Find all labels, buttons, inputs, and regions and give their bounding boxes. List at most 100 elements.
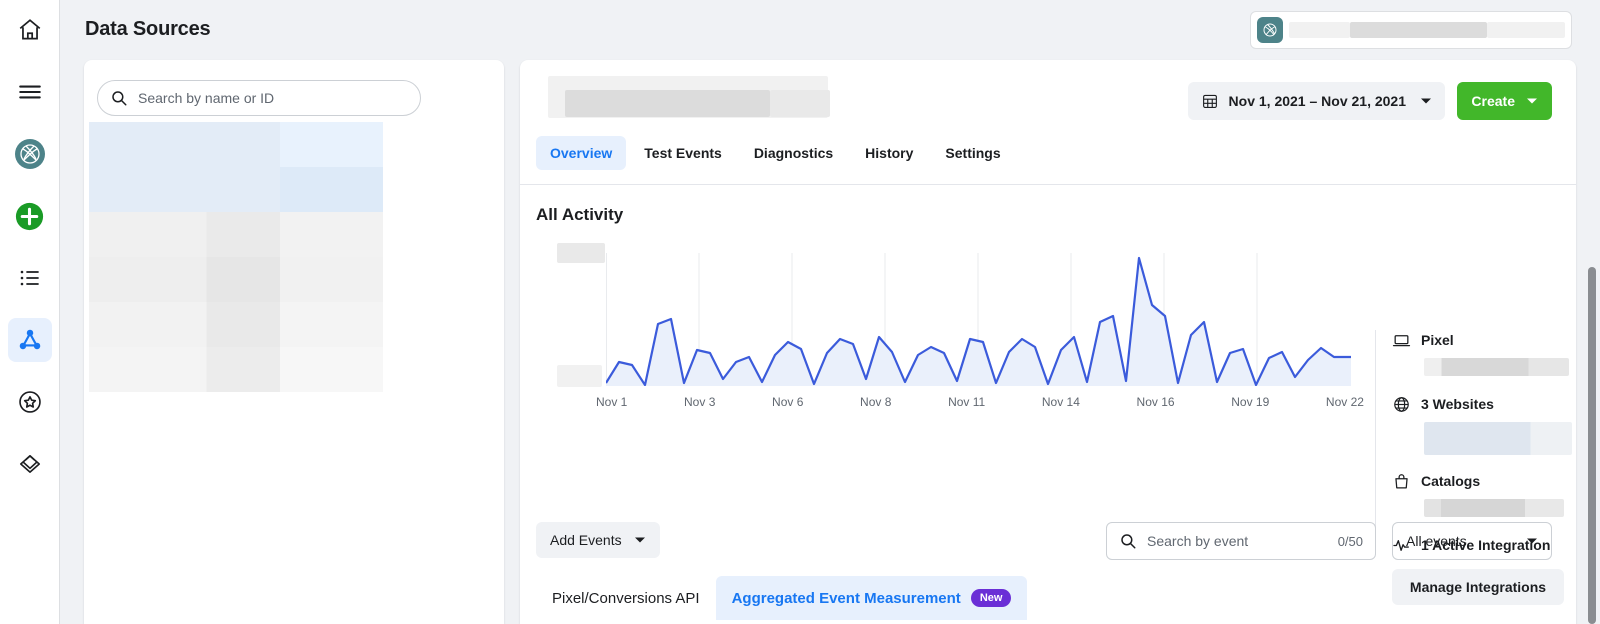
page-title: Data Sources <box>85 18 211 40</box>
info-label-catalogs: Catalogs <box>1421 473 1481 489</box>
event-filter-label: All events <box>1406 533 1467 549</box>
tab-test-events[interactable]: Test Events <box>630 136 736 170</box>
tab-overview[interactable]: Overview <box>536 136 627 170</box>
x-tick: Nov 22 <box>1325 395 1364 409</box>
chart-svg <box>606 253 1351 386</box>
app-window: Data Sources Search by name or ID Nov 1,… <box>0 0 1600 624</box>
diamond-icon <box>17 451 43 477</box>
data-sources-icon <box>17 327 43 353</box>
info-row-websites: 3 Websites <box>1392 394 1576 414</box>
activity-chart-block: All Activity Nov 1 Nov 3 Nov 6 Nov 8 Nov… <box>520 185 1576 605</box>
workspace: Data Sources Search by name or ID Nov 1,… <box>60 0 1600 624</box>
source-name-redacted-3 <box>770 90 830 117</box>
date-range-label: Nov 1, 2021 – Nov 21, 2021 <box>1228 93 1406 109</box>
rail-item-menu[interactable] <box>8 70 52 114</box>
x-tick: Nov 6 <box>772 395 804 409</box>
x-tick: Nov 14 <box>1041 395 1080 409</box>
list-item[interactable] <box>89 347 383 392</box>
menu-icon <box>17 79 43 105</box>
tab-settings[interactable]: Settings <box>931 136 1014 170</box>
activity-chart: Nov 1 Nov 3 Nov 6 Nov 8 Nov 11 Nov 14 No… <box>536 240 1381 490</box>
panel-divider <box>1375 330 1376 528</box>
chevron-down-icon <box>1420 97 1432 105</box>
home-icon <box>17 17 43 43</box>
websites-value-redacted <box>1424 422 1572 455</box>
pixel-value-redacted <box>1424 358 1569 376</box>
info-label-websites: 3 Websites <box>1421 396 1494 412</box>
search-icon <box>110 89 128 107</box>
list-item[interactable] <box>89 257 383 302</box>
chevron-down-icon <box>1526 537 1538 545</box>
rail-item-home[interactable] <box>8 8 52 52</box>
laptop-icon <box>1392 331 1411 350</box>
x-tick: Nov 16 <box>1136 395 1175 409</box>
date-range-picker[interactable]: Nov 1, 2021 – Nov 21, 2021 <box>1187 82 1445 120</box>
subtab-label: Aggregated Event Measurement <box>731 589 961 607</box>
list-item[interactable] <box>89 167 383 212</box>
add-events-button[interactable]: Add Events <box>536 522 660 558</box>
subtab-pixel-conversions-api[interactable]: Pixel/Conversions API <box>536 576 716 620</box>
data-source-list-panel: Search by name or ID <box>84 60 504 624</box>
x-tick: Nov 11 <box>948 395 986 409</box>
add-events-label: Add Events <box>550 532 622 548</box>
event-toolbar: Add Events Search by event 0/50 All even… <box>520 508 1576 578</box>
info-label-pixel: Pixel <box>1421 332 1454 348</box>
business-logo-icon <box>14 138 46 170</box>
chart-plot <box>606 253 1351 386</box>
rail-item-create[interactable] <box>8 194 52 238</box>
rail-item-business-logo[interactable] <box>8 132 52 176</box>
detail-tabs: Overview Test Events Diagnostics History… <box>536 136 1019 170</box>
globe-icon <box>1392 395 1411 414</box>
x-tick: Nov 19 <box>1231 395 1270 409</box>
tab-diagnostics[interactable]: Diagnostics <box>740 136 847 170</box>
x-tick: Nov 1 <box>596 395 628 409</box>
search-input[interactable]: Search by name or ID <box>97 80 421 116</box>
create-button[interactable]: Create <box>1457 82 1552 120</box>
chevron-down-icon <box>1526 97 1538 105</box>
list-item[interactable] <box>89 122 383 167</box>
event-subtabs: Pixel/Conversions API Aggregated Event M… <box>536 576 1028 620</box>
info-row-pixel: Pixel <box>1392 330 1576 350</box>
calendar-icon <box>1201 92 1219 110</box>
rail-item-favorites[interactable] <box>8 380 52 424</box>
search-icon <box>1119 532 1137 550</box>
x-tick: Nov 8 <box>860 395 892 409</box>
search-input-placeholder: Search by name or ID <box>138 90 275 106</box>
page-scrollbar[interactable] <box>1588 267 1596 624</box>
chevron-down-icon <box>634 536 646 544</box>
top-bar: Data Sources <box>60 0 1600 60</box>
list-item[interactable] <box>89 302 383 347</box>
rail-item-data-sources[interactable] <box>7 318 52 362</box>
globe-logo-icon <box>1257 17 1283 43</box>
y-axis-label-redacted-bottom <box>557 365 602 387</box>
shopping-bag-icon <box>1392 472 1411 491</box>
event-search-counter: 0/50 <box>1337 533 1363 549</box>
star-badge-icon <box>17 389 43 415</box>
chart-title: All Activity <box>536 205 624 224</box>
event-search-placeholder: Search by event <box>1147 533 1249 549</box>
source-name-redacted-2 <box>565 90 770 117</box>
left-icon-rail <box>0 0 60 624</box>
subtab-aggregated-event-measurement[interactable]: Aggregated Event Measurement New <box>715 576 1028 620</box>
event-search-input[interactable]: Search by event 0/50 <box>1106 522 1376 560</box>
create-button-label: Create <box>1471 93 1515 109</box>
account-selector[interactable] <box>1250 11 1572 49</box>
card-header: Nov 1, 2021 – Nov 21, 2021 Create Overvi… <box>520 60 1576 185</box>
chart-x-axis: Nov 1 Nov 3 Nov 6 Nov 8 Nov 11 Nov 14 No… <box>596 395 1364 409</box>
data-source-detail-card: Nov 1, 2021 – Nov 21, 2021 Create Overvi… <box>520 60 1576 624</box>
tab-history[interactable]: History <box>851 136 927 170</box>
list-item[interactable] <box>89 212 383 257</box>
plus-icon <box>15 202 44 231</box>
account-redacted-block-3 <box>1486 22 1565 38</box>
rail-item-assets[interactable] <box>8 442 52 486</box>
y-axis-label-redacted-top <box>557 243 605 263</box>
list-icon <box>18 266 42 290</box>
rail-item-list[interactable] <box>8 256 52 300</box>
new-badge: New <box>970 589 1012 607</box>
account-redacted-block-2 <box>1349 22 1487 38</box>
info-row-catalogs: Catalogs <box>1392 471 1576 491</box>
data-source-list <box>89 122 383 392</box>
event-filter-dropdown[interactable]: All events <box>1392 522 1552 560</box>
x-tick: Nov 3 <box>684 395 716 409</box>
account-redacted-block-1 <box>1289 22 1350 38</box>
